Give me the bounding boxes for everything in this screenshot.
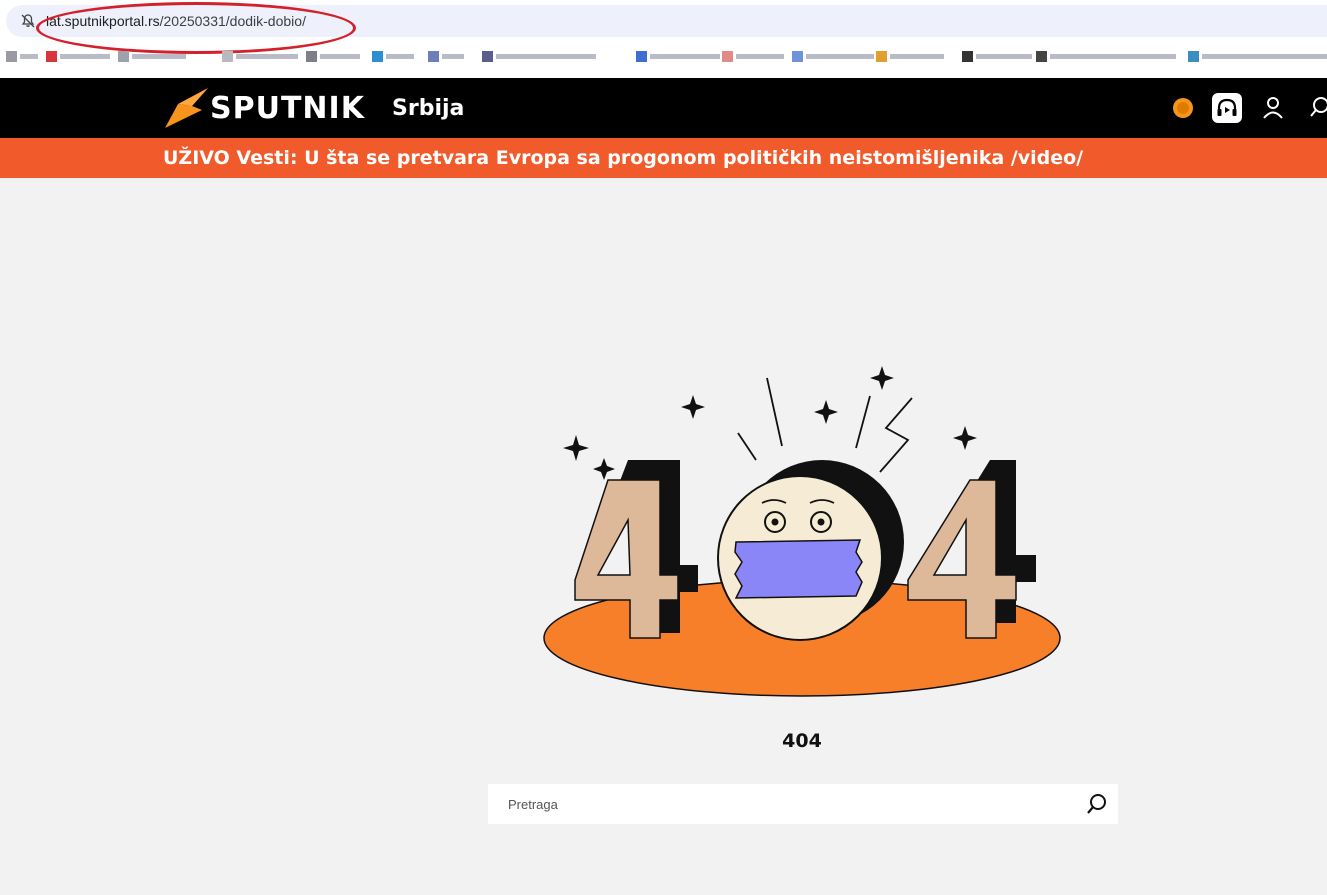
search-box <box>488 784 1118 824</box>
error-illustration <box>543 366 1061 697</box>
sputnik-logo-icon <box>165 88 208 128</box>
bookmark-item[interactable] <box>118 50 186 62</box>
search-input[interactable] <box>488 784 1078 824</box>
live-dot-icon[interactable] <box>1172 97 1194 119</box>
url-text[interactable]: lat.sputnikportal.rs/20250331/dodik-dobi… <box>46 13 306 29</box>
error-code: 404 <box>782 730 822 752</box>
bookmark-item[interactable] <box>46 50 110 62</box>
bookmark-item[interactable] <box>876 50 944 62</box>
bookmark-item[interactable] <box>792 50 874 62</box>
brand-name: SPUTNIK <box>210 90 365 126</box>
bookmark-item[interactable] <box>428 50 464 62</box>
bookmark-item[interactable] <box>1188 50 1327 62</box>
search-icon[interactable] <box>1086 793 1108 815</box>
bookmark-item[interactable] <box>6 50 38 62</box>
user-icon[interactable] <box>1262 96 1284 120</box>
header-search-icon[interactable] <box>1310 96 1327 120</box>
region-label[interactable]: Srbija <box>392 96 464 121</box>
bookmark-item[interactable] <box>482 50 596 62</box>
headphones-icon[interactable] <box>1212 93 1242 123</box>
bookmark-item[interactable] <box>962 50 1032 62</box>
bookmark-item[interactable] <box>1036 50 1176 62</box>
bookmark-item[interactable] <box>306 50 360 62</box>
notifications-off-icon[interactable] <box>20 13 36 29</box>
bookmarks-bar <box>0 44 1327 70</box>
sputnik-logo[interactable]: SPUTNIK <box>162 88 365 128</box>
address-bar[interactable]: lat.sputnikportal.rs/20250331/dodik-dobi… <box>6 5 1327 37</box>
bookmark-item[interactable] <box>636 50 720 62</box>
bookmark-item[interactable] <box>222 50 298 62</box>
browser-toolbar: lat.sputnikportal.rs/20250331/dodik-dobi… <box>0 0 1327 78</box>
url-path: /20250331/dodik-dobio/ <box>159 13 306 29</box>
breaking-news-link[interactable]: UŽIVO Vesti: U šta se pretvara Evropa sa… <box>163 147 1083 169</box>
bookmark-item[interactable] <box>372 50 414 62</box>
bookmark-item[interactable] <box>722 50 784 62</box>
url-host: lat.sputnikportal.rs <box>46 13 160 29</box>
